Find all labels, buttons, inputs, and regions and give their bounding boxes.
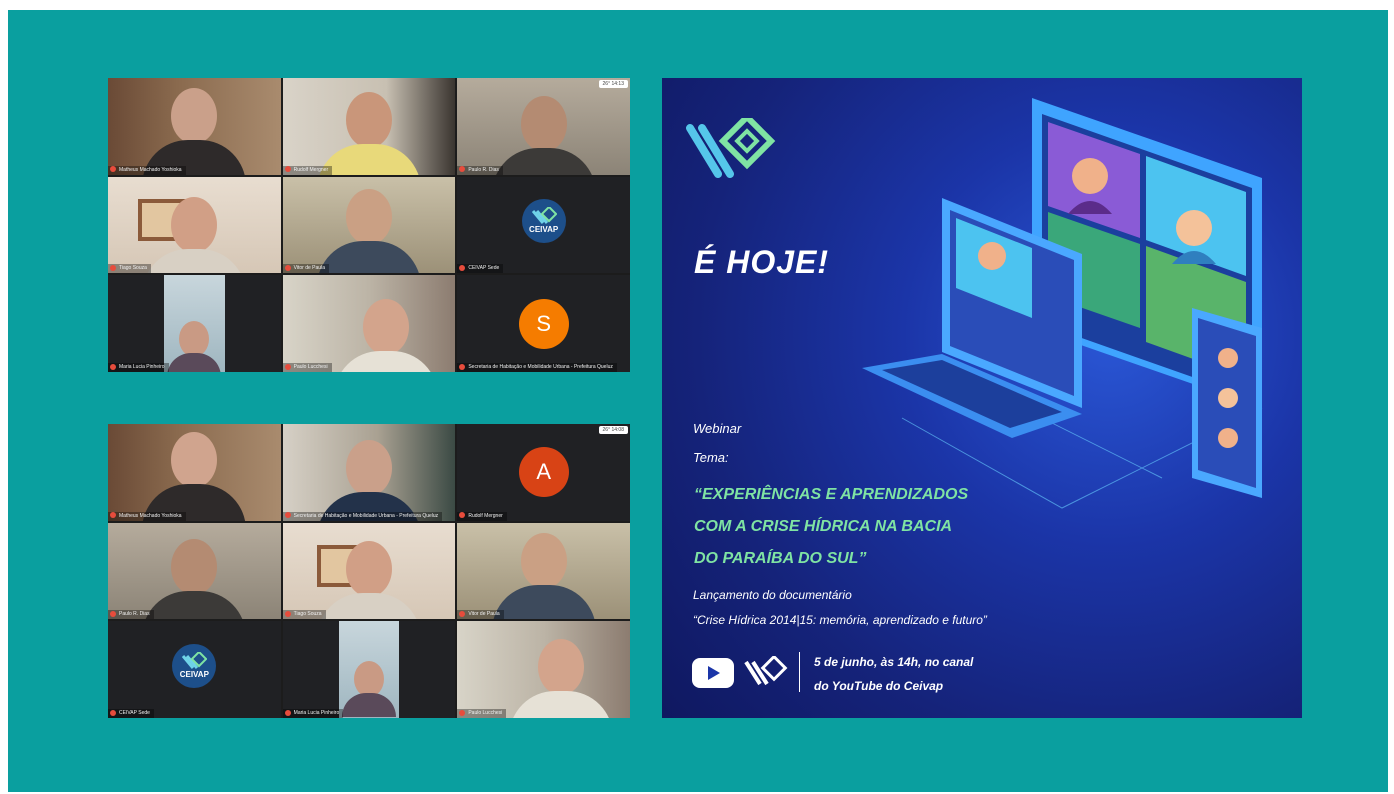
mic-muted-icon bbox=[110, 611, 116, 617]
participant-tile[interactable]: Rudolf Mergner bbox=[282, 78, 456, 175]
participant-tile[interactable]: S Secretaria de Habitação e Mobilidade U… bbox=[457, 275, 630, 372]
launch-text: Lançamento do documentário bbox=[693, 588, 852, 602]
devices-illustration bbox=[862, 98, 1263, 509]
documentary-title: “Crise Hídrica 2014|15: memória, aprendi… bbox=[693, 613, 987, 627]
mic-muted-icon bbox=[459, 166, 466, 173]
participant-tile[interactable]: A 26° 14:08 Rudolf Mergner bbox=[457, 424, 630, 521]
participant-name: Paulo Lucchesi bbox=[457, 708, 507, 718]
mic-muted-icon bbox=[459, 611, 466, 617]
mic-muted-icon bbox=[459, 709, 466, 716]
participant-tile[interactable]: Paulo Lucchesi bbox=[457, 621, 630, 718]
webinar-poster: É HOJE! Webinar Tema: “EXPERIÊNCIAS E AP… bbox=[662, 78, 1302, 718]
mic-muted-icon bbox=[284, 512, 291, 519]
participant-name: Paulo Lucchesi bbox=[282, 362, 332, 372]
video-grid-2: Matheus Machado Yoshioka Secretaria de H… bbox=[108, 424, 630, 718]
participant-name: Matheus Machado Yoshioka bbox=[108, 165, 186, 175]
participant-name: Maria Lucia Pinheiro bbox=[282, 708, 344, 718]
ceivap-small-logo-icon bbox=[744, 656, 788, 686]
event-channel-line: do YouTube do Ceivap bbox=[814, 679, 944, 693]
participant-name: Secretaria de Habitação e Mobilidade Urb… bbox=[457, 362, 617, 372]
participant-name: CEIVAP Sede bbox=[108, 708, 154, 718]
participant-tile[interactable]: Paulo R. Dias bbox=[108, 522, 281, 620]
participant-tile[interactable]: CEIVAP CEIVAP Sede bbox=[108, 621, 281, 718]
theme-title-line: COM A CRISE HÍDRICA NA BACIA bbox=[694, 518, 953, 535]
participant-name: Secretaria de Habitação e Mobilidade Urb… bbox=[282, 511, 443, 521]
mic-muted-icon bbox=[284, 709, 291, 716]
participant-tile[interactable]: Tiago Souza bbox=[108, 176, 281, 274]
ceivap-logo-icon bbox=[686, 118, 776, 178]
participant-name: CEIVAP Sede bbox=[457, 264, 504, 274]
mic-muted-icon bbox=[110, 265, 116, 271]
participant-avatar: S bbox=[518, 298, 569, 349]
mic-muted-icon bbox=[110, 512, 116, 519]
participant-tile[interactable]: Paulo Lucchesi bbox=[282, 275, 456, 372]
participant-tile[interactable]: Vitor de Paula bbox=[282, 176, 456, 274]
participant-name: Rudolf Mergner bbox=[282, 165, 333, 175]
mic-muted-icon bbox=[110, 363, 116, 370]
participant-name: Tiago Souza bbox=[108, 264, 151, 274]
mic-muted-icon bbox=[284, 611, 291, 617]
participant-tile[interactable]: Maria Lucia Pinheiro bbox=[282, 621, 456, 718]
participant-name: Vitor de Paula bbox=[457, 610, 504, 620]
youtube-icon bbox=[692, 658, 734, 688]
participant-name: Tiago Souza bbox=[282, 610, 326, 620]
event-date-line: 5 de junho, às 14h, no canal bbox=[814, 655, 974, 669]
ceivap-logo: CEIVAP bbox=[172, 643, 217, 688]
participant-tile[interactable]: Vitor de Paula bbox=[457, 522, 630, 620]
video-grid-1: Matheus Machado Yoshioka Rudolf Mergner … bbox=[108, 78, 630, 372]
ceivap-logo: CEIVAP bbox=[521, 199, 566, 244]
mic-muted-icon bbox=[284, 265, 291, 271]
theme-title-line: DO PARAÍBA DO SUL” bbox=[694, 550, 867, 567]
participant-name: Vitor de Paula bbox=[282, 264, 329, 274]
participant-name: Paulo R. Dias bbox=[457, 165, 503, 175]
participant-name: Maria Lucia Pinheiro bbox=[108, 362, 169, 372]
mic-muted-icon bbox=[459, 512, 466, 519]
participant-tile[interactable]: CEIVAP CEIVAP Sede bbox=[457, 176, 630, 274]
participant-tile[interactable]: Maria Lucia Pinheiro bbox=[108, 275, 281, 372]
participant-name: Rudolf Mergner bbox=[457, 511, 507, 521]
divider bbox=[799, 652, 800, 692]
participant-tile[interactable]: Secretaria de Habitação e Mobilidade Urb… bbox=[282, 424, 456, 521]
tema-label: Tema: bbox=[693, 450, 729, 465]
mic-muted-icon bbox=[284, 363, 291, 370]
participant-avatar: A bbox=[518, 447, 569, 498]
participant-tile[interactable]: Tiago Souza bbox=[282, 522, 456, 620]
mic-muted-icon bbox=[110, 166, 116, 173]
headline: É HOJE! bbox=[694, 244, 830, 280]
participant-tile[interactable]: 26° 14:13 Paulo R. Dias bbox=[457, 78, 630, 175]
participant-name: Paulo R. Dias bbox=[108, 610, 154, 620]
theme-title-line: “EXPERIÊNCIAS E APRENDIZADOS bbox=[694, 486, 969, 503]
mic-muted-icon bbox=[284, 166, 291, 173]
participant-tile[interactable]: Matheus Machado Yoshioka bbox=[108, 424, 281, 521]
mic-muted-icon bbox=[459, 363, 466, 370]
clock-widget: 26° 14:08 bbox=[598, 426, 628, 434]
participant-name: Matheus Machado Yoshioka bbox=[108, 511, 186, 521]
webinar-label: Webinar bbox=[693, 421, 742, 436]
participant-tile[interactable]: Matheus Machado Yoshioka bbox=[108, 78, 281, 175]
clock-widget: 26° 14:13 bbox=[598, 80, 628, 88]
mic-muted-icon bbox=[110, 709, 116, 716]
mic-muted-icon bbox=[459, 265, 466, 271]
